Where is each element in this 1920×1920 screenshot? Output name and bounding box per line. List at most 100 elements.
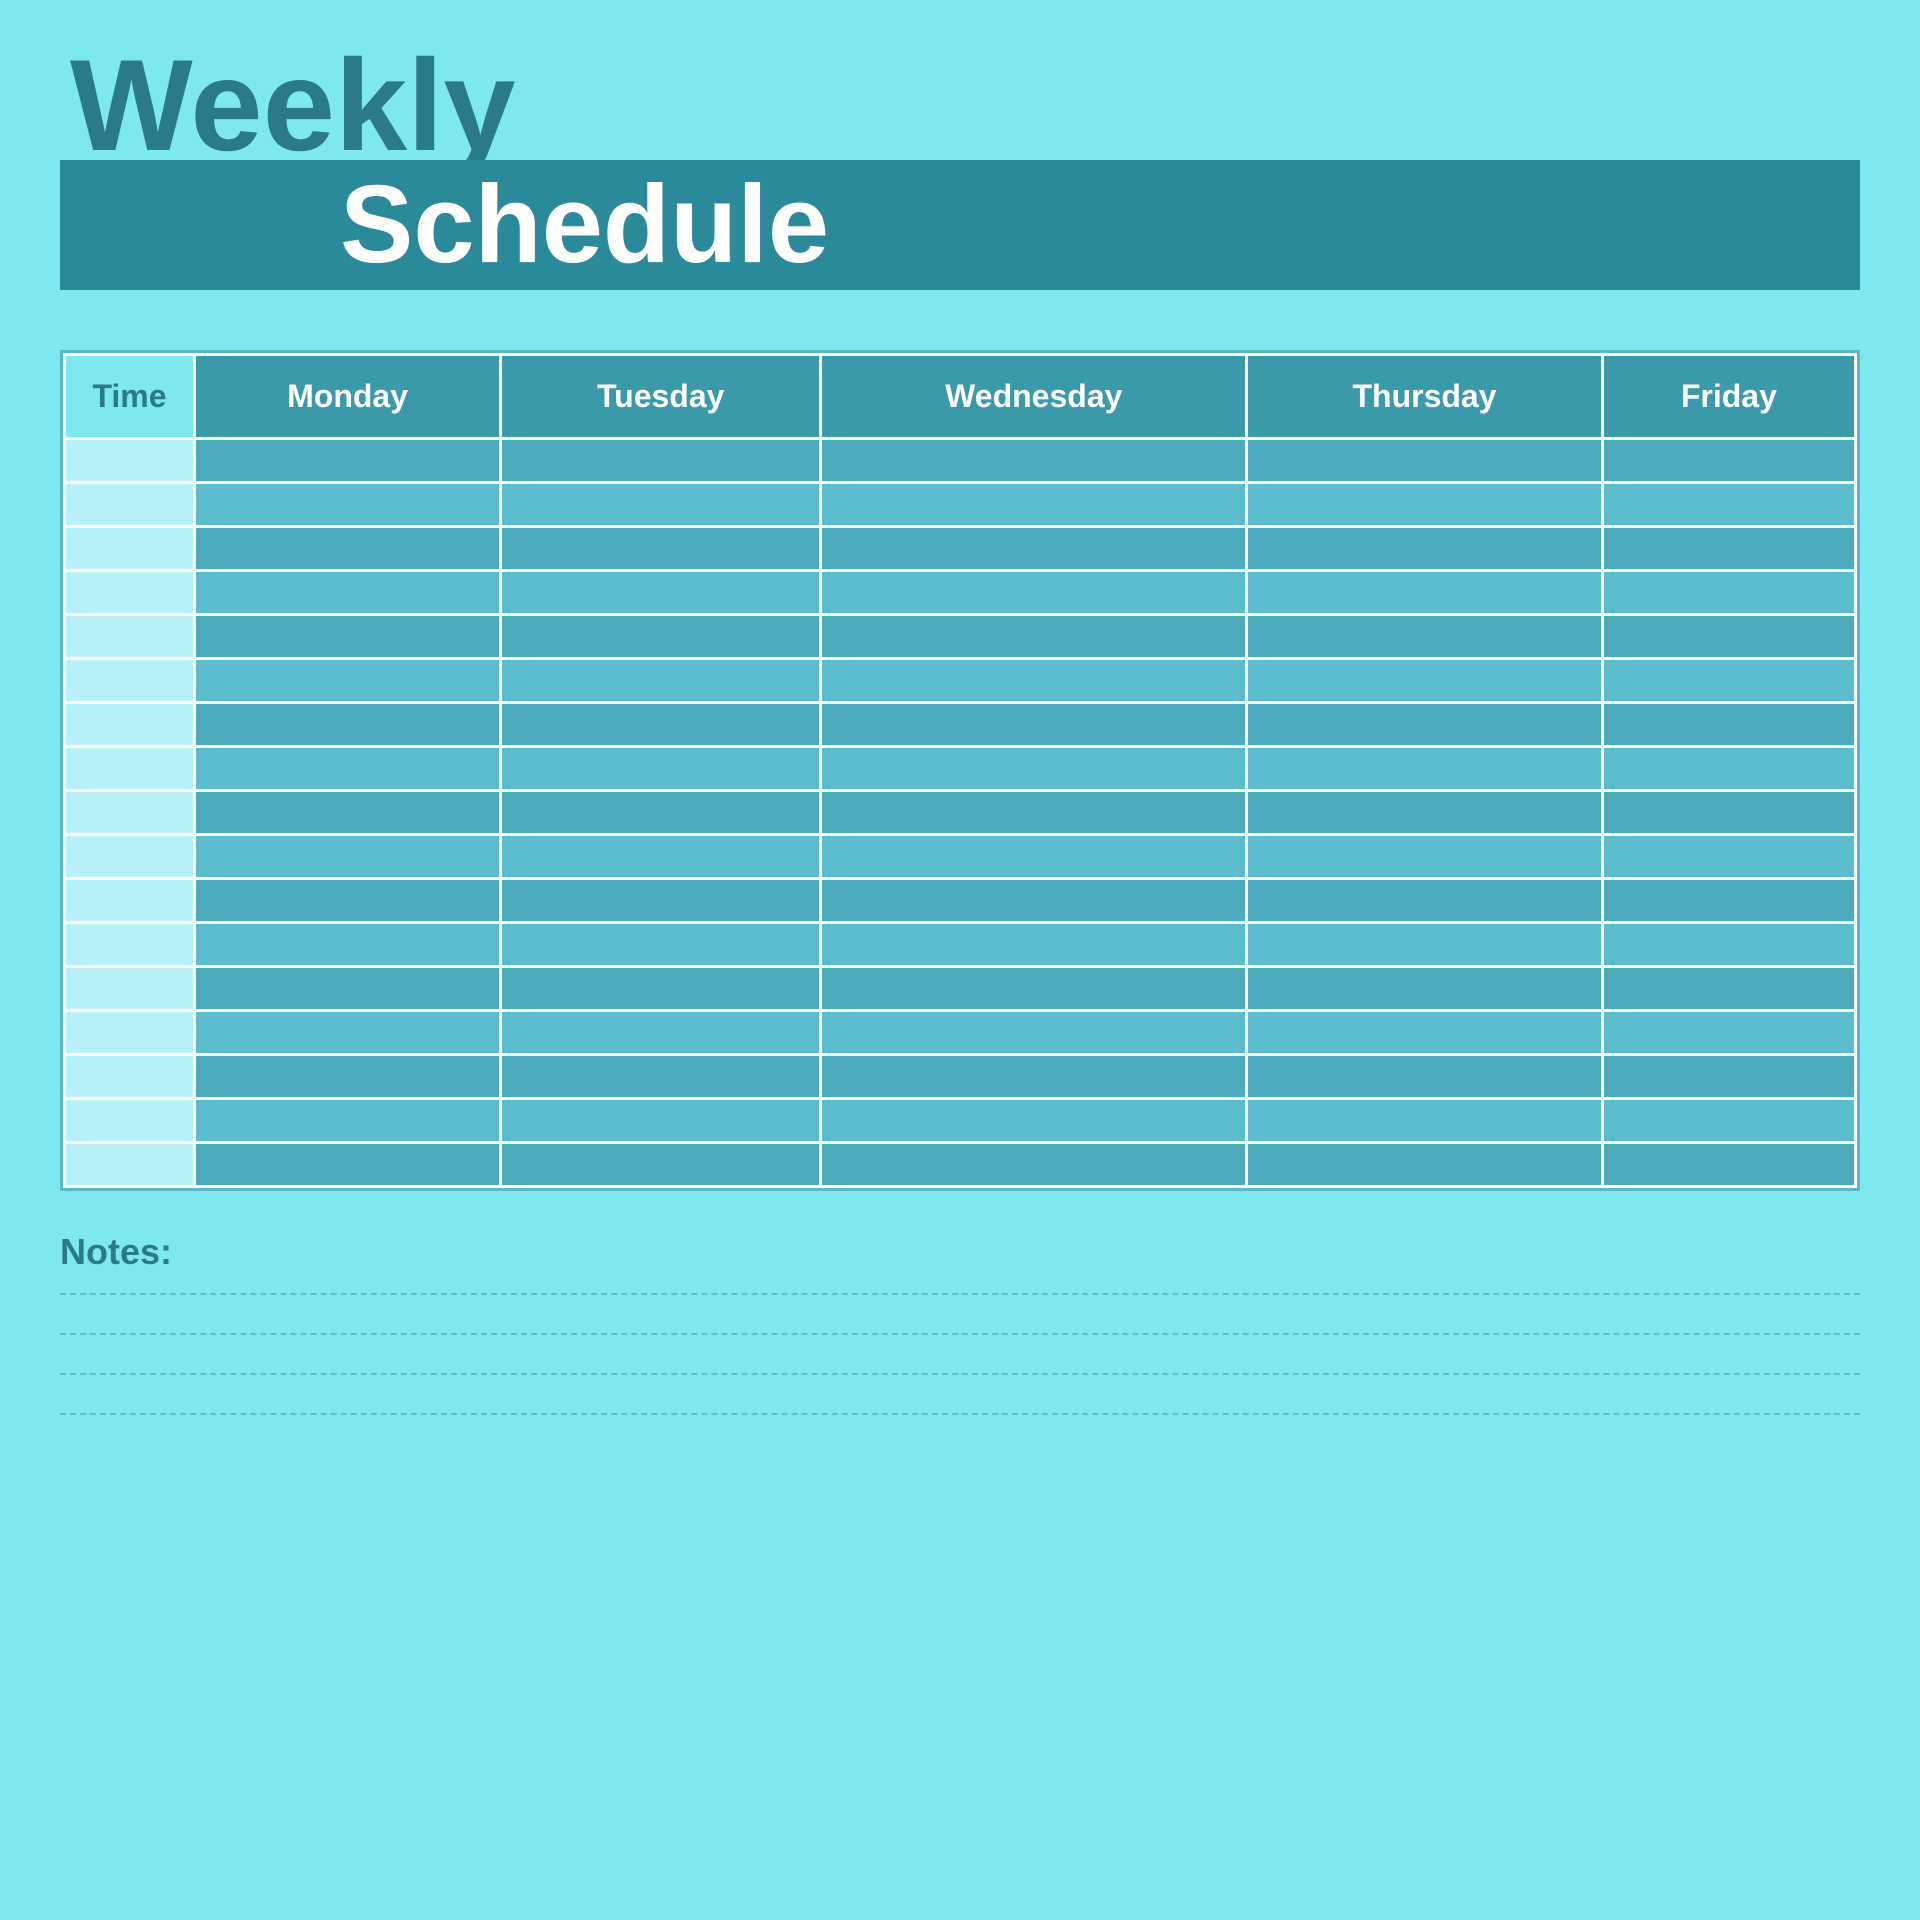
time-cell (65, 923, 195, 967)
cell-tuesday (501, 1099, 821, 1143)
cell-thursday (1247, 879, 1602, 923)
cell-wednesday (821, 1011, 1247, 1055)
cell-tuesday (501, 923, 821, 967)
table-row (65, 1143, 1856, 1187)
table-row (65, 1011, 1856, 1055)
title-weekly: Weekly (70, 40, 1860, 170)
col-header-tuesday: Tuesday (501, 355, 821, 439)
cell-thursday (1247, 747, 1602, 791)
table-row (65, 923, 1856, 967)
cell-tuesday (501, 1055, 821, 1099)
cell-wednesday (821, 967, 1247, 1011)
cell-friday (1602, 615, 1855, 659)
cell-monday (195, 439, 501, 483)
cell-wednesday (821, 615, 1247, 659)
cell-monday (195, 967, 501, 1011)
cell-monday (195, 571, 501, 615)
cell-friday (1602, 659, 1855, 703)
time-cell (65, 527, 195, 571)
cell-monday (195, 483, 501, 527)
cell-wednesday (821, 1099, 1247, 1143)
cell-thursday (1247, 1011, 1602, 1055)
cell-thursday (1247, 1099, 1602, 1143)
cell-friday (1602, 483, 1855, 527)
cell-friday (1602, 967, 1855, 1011)
cell-monday (195, 659, 501, 703)
table-row (65, 703, 1856, 747)
time-cell (65, 1011, 195, 1055)
time-cell (65, 659, 195, 703)
cell-monday (195, 835, 501, 879)
col-header-friday: Friday (1602, 355, 1855, 439)
time-cell (65, 967, 195, 1011)
cell-thursday (1247, 571, 1602, 615)
cell-thursday (1247, 439, 1602, 483)
cell-monday (195, 923, 501, 967)
schedule-table: Time Monday Tuesday Wednesday Thursday F… (63, 353, 1857, 1188)
cell-wednesday (821, 527, 1247, 571)
cell-thursday (1247, 615, 1602, 659)
title-bar: Schedule (60, 160, 1860, 290)
time-cell (65, 791, 195, 835)
cell-friday (1602, 1011, 1855, 1055)
cell-tuesday (501, 527, 821, 571)
cell-monday (195, 527, 501, 571)
cell-monday (195, 1099, 501, 1143)
cell-thursday (1247, 1143, 1602, 1187)
cell-thursday (1247, 703, 1602, 747)
cell-monday (195, 879, 501, 923)
cell-wednesday (821, 703, 1247, 747)
cell-thursday (1247, 791, 1602, 835)
cell-thursday (1247, 659, 1602, 703)
cell-monday (195, 791, 501, 835)
table-row (65, 659, 1856, 703)
table-row (65, 615, 1856, 659)
cell-wednesday (821, 1055, 1247, 1099)
cell-tuesday (501, 835, 821, 879)
time-cell (65, 747, 195, 791)
cell-wednesday (821, 791, 1247, 835)
cell-wednesday (821, 747, 1247, 791)
cell-friday (1602, 835, 1855, 879)
col-header-thursday: Thursday (1247, 355, 1602, 439)
notes-line-1 (60, 1293, 1860, 1295)
table-row (65, 439, 1856, 483)
cell-tuesday (501, 879, 821, 923)
cell-tuesday (501, 659, 821, 703)
cell-friday (1602, 439, 1855, 483)
time-cell (65, 1099, 195, 1143)
cell-monday (195, 1011, 501, 1055)
table-row (65, 483, 1856, 527)
time-cell (65, 835, 195, 879)
notes-label: Notes: (60, 1231, 1860, 1273)
col-header-time: Time (65, 355, 195, 439)
cell-friday (1602, 879, 1855, 923)
cell-tuesday (501, 1011, 821, 1055)
cell-tuesday (501, 791, 821, 835)
cell-monday (195, 1055, 501, 1099)
cell-monday (195, 703, 501, 747)
notes-lines (60, 1293, 1860, 1415)
cell-friday (1602, 703, 1855, 747)
schedule-tbody (65, 439, 1856, 1187)
cell-friday (1602, 1055, 1855, 1099)
cell-wednesday (821, 571, 1247, 615)
cell-thursday (1247, 527, 1602, 571)
cell-wednesday (821, 923, 1247, 967)
time-cell (65, 439, 195, 483)
cell-friday (1602, 791, 1855, 835)
cell-friday (1602, 1143, 1855, 1187)
cell-monday (195, 747, 501, 791)
time-cell (65, 615, 195, 659)
header-section: Weekly Schedule (60, 40, 1860, 290)
time-cell (65, 703, 195, 747)
cell-thursday (1247, 1055, 1602, 1099)
table-container: Time Monday Tuesday Wednesday Thursday F… (60, 350, 1860, 1191)
notes-line-3 (60, 1373, 1860, 1375)
time-cell (65, 571, 195, 615)
cell-thursday (1247, 967, 1602, 1011)
cell-friday (1602, 747, 1855, 791)
time-cell (65, 1143, 195, 1187)
table-header-row: Time Monday Tuesday Wednesday Thursday F… (65, 355, 1856, 439)
table-row (65, 571, 1856, 615)
